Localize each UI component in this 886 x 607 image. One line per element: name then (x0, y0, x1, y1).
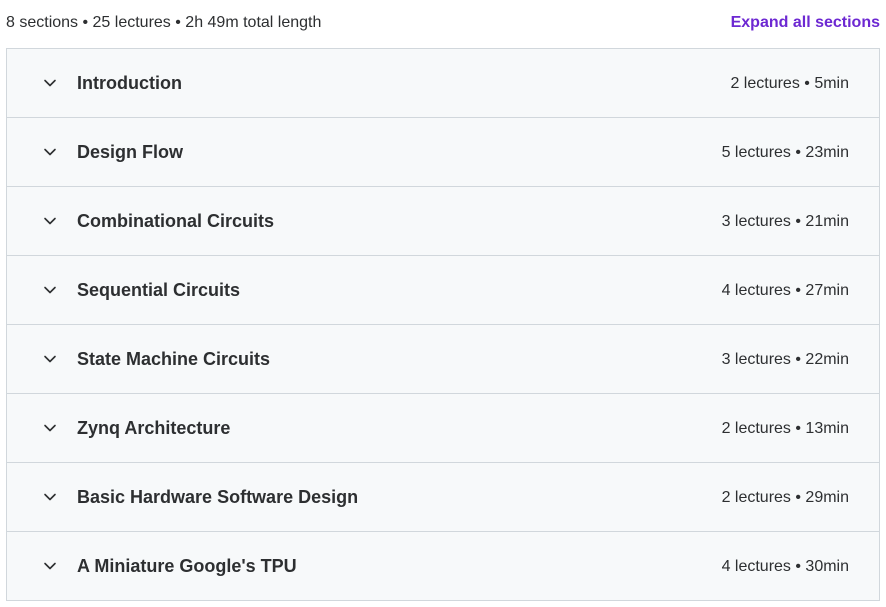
chevron-down-icon (44, 148, 56, 156)
section-title: A Miniature Google's TPU (77, 556, 297, 576)
section-header[interactable]: Introduction 2 lectures • 5min (7, 49, 879, 118)
section-header[interactable]: Sequential Circuits 4 lectures • 27min (7, 256, 879, 325)
section-meta: 2 lectures • 13min (721, 420, 849, 437)
curriculum-sections-list: Introduction 2 lectures • 5min Design Fl… (6, 48, 880, 601)
chevron-down-icon (44, 286, 56, 294)
section-meta: 4 lectures • 30min (721, 558, 849, 575)
chevron-down-icon (44, 424, 56, 432)
section-title: Basic Hardware Software Design (77, 487, 359, 507)
section-title: Sequential Circuits (77, 280, 241, 300)
section-title: State Machine Circuits (77, 349, 271, 369)
section-meta: 2 lectures • 5min (730, 75, 849, 92)
section-meta: 2 lectures • 29min (721, 489, 849, 506)
section-title: Introduction (77, 73, 182, 93)
section-header[interactable]: Design Flow 5 lectures • 23min (7, 118, 879, 187)
section-title: Zynq Architecture (77, 418, 231, 438)
curriculum-summary: 8 sections • 25 lectures • 2h 49m total … (0, 0, 886, 48)
section-header[interactable]: A Miniature Google's TPU 4 lectures • 30… (7, 532, 879, 601)
curriculum-summary-text: 8 sections • 25 lectures • 2h 49m total … (6, 14, 322, 31)
section-header[interactable]: Basic Hardware Software Design 2 lecture… (7, 463, 879, 532)
chevron-down-icon (44, 355, 56, 363)
section-meta: 3 lectures • 21min (721, 213, 849, 230)
chevron-down-icon (44, 562, 56, 570)
section-title: Design Flow (77, 142, 184, 162)
section-header[interactable]: Combinational Circuits 3 lectures • 21mi… (7, 187, 879, 256)
section-header[interactable]: State Machine Circuits 3 lectures • 22mi… (7, 325, 879, 394)
section-meta: 5 lectures • 23min (721, 144, 849, 161)
section-meta: 3 lectures • 22min (721, 351, 849, 368)
section-header[interactable]: Zynq Architecture 2 lectures • 13min (7, 394, 879, 463)
section-title: Combinational Circuits (77, 211, 275, 231)
chevron-down-icon (44, 217, 56, 225)
expand-all-sections-button[interactable]: Expand all sections (731, 12, 880, 34)
chevron-down-icon (44, 79, 56, 87)
chevron-down-icon (44, 493, 56, 501)
section-meta: 4 lectures • 27min (721, 282, 849, 299)
